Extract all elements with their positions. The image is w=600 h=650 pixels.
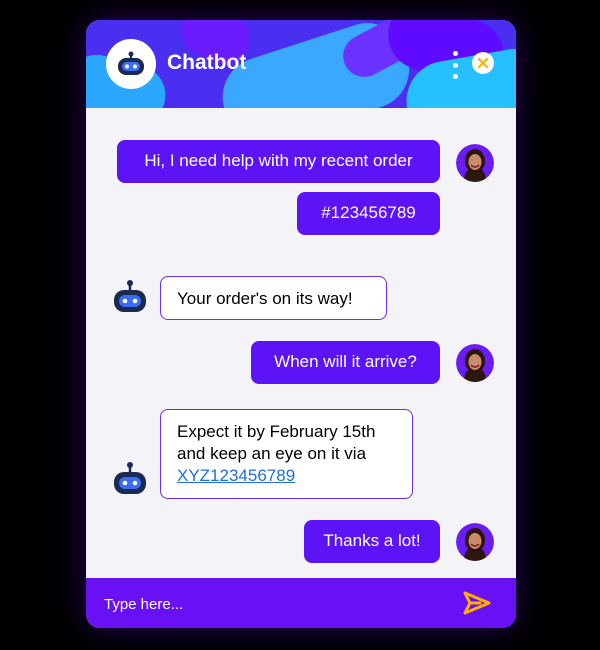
robot-icon <box>114 280 146 312</box>
send-button[interactable] <box>462 590 492 616</box>
bot-message-line: Expect it by February 15th <box>177 422 376 441</box>
more-vertical-icon <box>452 51 458 56</box>
user-avatar <box>456 523 494 561</box>
chat-title: Chatbot <box>167 51 247 74</box>
user-message: #123456789 <box>297 192 440 235</box>
bot-avatar <box>110 279 150 320</box>
user-message: Hi, I need help with my recent order <box>117 140 440 183</box>
chat-messages[interactable]: Hi, I need help with my recent order #12… <box>86 108 516 578</box>
bot-message: Expect it by February 15th and keep an e… <box>160 409 413 499</box>
more-vertical-icon <box>452 74 458 79</box>
more-vertical-icon <box>452 62 458 68</box>
bot-message-line: and keep an eye on it via <box>177 444 367 463</box>
chat-widget: Chatbot Hi, I need help with my recent o… <box>86 20 516 628</box>
user-avatar <box>456 344 494 382</box>
chatbot-avatar <box>106 39 156 89</box>
tracking-link[interactable]: XYZ123456789 <box>177 465 396 487</box>
user-message: Thanks a lot! <box>304 520 440 563</box>
message-input[interactable] <box>102 590 436 618</box>
bot-message: Your order's on its way! <box>160 276 387 320</box>
close-icon <box>477 57 489 69</box>
more-options-button[interactable] <box>448 51 462 79</box>
user-avatar <box>456 144 494 182</box>
close-button[interactable] <box>472 52 494 74</box>
chat-header: Chatbot <box>86 20 516 108</box>
robot-icon <box>114 462 146 494</box>
message-input-bar <box>86 578 516 628</box>
send-icon <box>463 591 491 615</box>
bot-avatar <box>110 461 150 502</box>
robot-icon <box>118 51 144 75</box>
user-message: When will it arrive? <box>251 341 440 384</box>
